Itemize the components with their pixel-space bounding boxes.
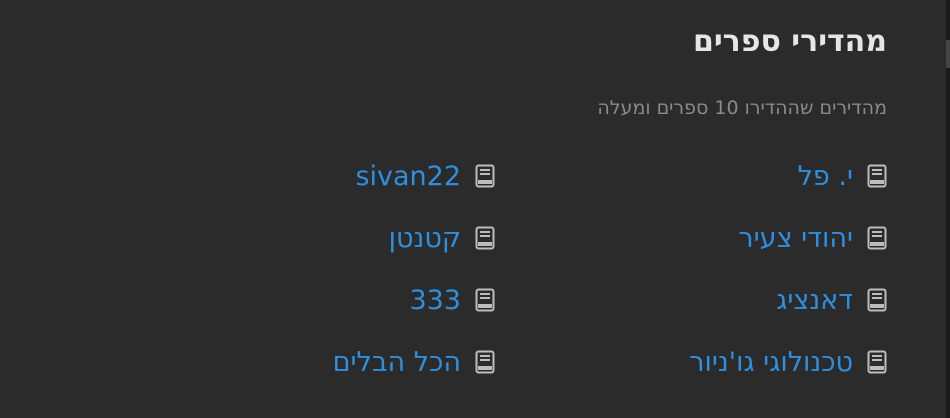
book-icon xyxy=(475,164,495,188)
editor-name: טכנולוגי גו'ניור xyxy=(689,346,853,378)
editor-link[interactable]: יהודי צעיר xyxy=(527,207,887,269)
editor-name: הכל הבלים xyxy=(332,346,461,378)
book-icon xyxy=(867,226,887,250)
editor-link[interactable]: י. פל xyxy=(527,145,887,207)
editors-column-1: י. פל יהודי צעיר דאנציג טכנולוגי גו'ניור xyxy=(527,145,887,393)
book-icon xyxy=(867,350,887,374)
editor-link[interactable]: קטנטן xyxy=(135,207,495,269)
editor-link[interactable]: הכל הבלים xyxy=(135,331,495,393)
editor-name: sivan22 xyxy=(355,160,461,192)
editor-name: דאנציג xyxy=(776,284,853,316)
page-title: מהדירי ספרים xyxy=(692,24,887,59)
editor-link[interactable]: sivan22 xyxy=(135,145,495,207)
editor-name: יהודי צעיר xyxy=(738,222,853,254)
book-icon xyxy=(475,288,495,312)
scrollbar-thumb[interactable] xyxy=(946,40,950,68)
editor-link[interactable]: טכנולוגי גו'ניור xyxy=(527,331,887,393)
editors-panel: מהדירי ספרים מהדירים שההדירו 10 ספרים ומ… xyxy=(0,0,950,418)
editor-name: י. פל xyxy=(797,160,853,192)
editor-link[interactable]: דאנציג xyxy=(527,269,887,331)
book-icon xyxy=(867,164,887,188)
editor-link[interactable]: 333 xyxy=(135,269,495,331)
page-subtitle: מהדירים שההדירו 10 ספרים ומעלה xyxy=(597,97,887,119)
editors-column-2: sivan22 קטנטן 333 הכל הבלים xyxy=(135,145,495,393)
book-icon xyxy=(475,226,495,250)
book-icon xyxy=(867,288,887,312)
editor-name: קטנטן xyxy=(388,222,461,254)
editor-name: 333 xyxy=(409,284,461,316)
book-icon xyxy=(475,350,495,374)
scrollbar[interactable] xyxy=(946,0,950,418)
